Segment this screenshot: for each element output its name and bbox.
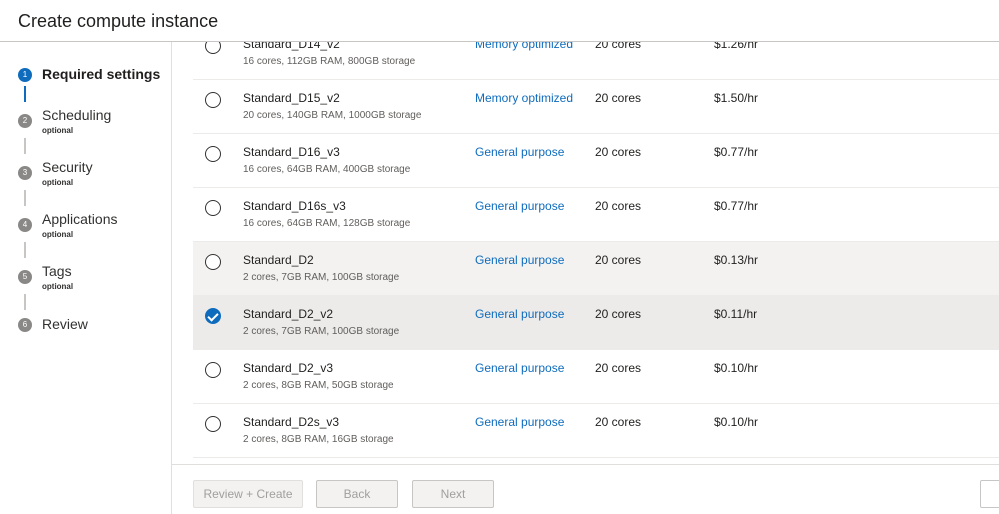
table-row[interactable]: Standard_D2 2 cores, 7GB RAM, 100GB stor… (193, 242, 999, 296)
radio-button[interactable] (205, 92, 221, 108)
step-connector (24, 138, 26, 154)
vm-cores: 20 cores (595, 253, 642, 267)
vm-description: 2 cores, 8GB RAM, 16GB storage (243, 434, 394, 445)
step-review[interactable]: 6 Review (0, 316, 172, 346)
table-row[interactable]: Standard_D16s_v3 16 cores, 64GB RAM, 128… (193, 188, 999, 242)
page-title: Create compute instance (18, 11, 219, 31)
table-row[interactable]: Standard_D2s_v3 2 cores, 8GB RAM, 16GB s… (193, 404, 999, 458)
next-button[interactable]: Next (412, 480, 494, 508)
step-label: Review (42, 316, 88, 332)
vm-name: Standard_D16s_v3 (243, 199, 346, 213)
step-number-badge: 2 (18, 114, 32, 128)
vm-name: Standard_D14_v2 (243, 42, 340, 51)
vm-category-link[interactable]: General purpose (475, 253, 564, 267)
vm-category-link[interactable]: General purpose (475, 145, 564, 159)
radio-button[interactable] (205, 146, 221, 162)
vm-name: Standard_D16_v3 (243, 145, 340, 159)
vm-category-link[interactable]: General purpose (475, 199, 564, 213)
radio-button[interactable] (205, 362, 221, 378)
table-row[interactable]: Standard_D16_v3 16 cores, 64GB RAM, 400G… (193, 134, 999, 188)
vm-name: Standard_D2s_v3 (243, 415, 340, 429)
table-row[interactable]: Standard_D14_v2 16 cores, 112GB RAM, 800… (193, 42, 999, 80)
vm-price: $0.77/hr (714, 199, 759, 213)
radio-button[interactable] (205, 254, 221, 270)
step-number-badge: 6 (18, 318, 32, 332)
vm-description: 2 cores, 8GB RAM, 50GB storage (243, 380, 394, 391)
vm-cores: 20 cores (595, 199, 642, 213)
vm-description: 20 cores, 140GB RAM, 1000GB storage (243, 110, 422, 121)
radio-button[interactable] (205, 200, 221, 216)
review-create-button[interactable]: Review + Create (193, 480, 303, 508)
vm-description: 16 cores, 64GB RAM, 400GB storage (243, 164, 411, 175)
step-optional-label: optional (42, 178, 74, 187)
vm-description: 2 cores, 7GB RAM, 100GB storage (243, 326, 400, 337)
vm-price: $1.26/hr (714, 42, 759, 51)
vm-price: $0.10/hr (714, 415, 759, 429)
vm-name: Standard_D2_v3 (243, 361, 334, 375)
step-connector (24, 294, 26, 310)
step-security[interactable]: 3 Security optional (0, 159, 172, 189)
vm-price: $0.11/hr (714, 307, 758, 321)
step-number-badge: 5 (18, 270, 32, 284)
step-scheduling[interactable]: 2 Scheduling optional (0, 107, 172, 137)
step-label: Required settings (42, 66, 161, 82)
vm-name: Standard_D2_v2 (243, 307, 334, 321)
vm-name: Standard_D2 (243, 253, 314, 267)
radio-button[interactable] (205, 42, 221, 54)
vm-cores: 20 cores (595, 415, 642, 429)
vm-price: $0.77/hr (714, 145, 759, 159)
step-optional-label: optional (42, 282, 74, 291)
vm-category-link[interactable]: General purpose (475, 307, 564, 321)
wizard-footer: Review + Create Back Next (172, 464, 999, 514)
vm-cores: 20 cores (595, 361, 642, 375)
step-label: Security (42, 159, 93, 175)
vm-cores: 20 cores (595, 42, 642, 51)
step-number-badge: 1 (18, 68, 32, 82)
vm-description: 16 cores, 64GB RAM, 128GB storage (243, 218, 411, 229)
step-required-settings[interactable]: 1 Required settings (0, 66, 172, 96)
step-label: Scheduling (42, 107, 112, 123)
step-connector (24, 190, 26, 206)
step-applications[interactable]: 4 Applications optional (0, 211, 172, 241)
radio-button-checked[interactable] (205, 308, 221, 324)
download-template-button[interactable] (980, 480, 999, 508)
vm-name: Standard_D15_v2 (243, 91, 340, 105)
vm-description: 16 cores, 112GB RAM, 800GB storage (243, 56, 416, 67)
step-label: Applications (42, 211, 118, 227)
vm-category-link[interactable]: General purpose (475, 415, 564, 429)
step-number-badge: 4 (18, 218, 32, 232)
step-optional-label: optional (42, 230, 74, 239)
step-tags[interactable]: 5 Tags optional (0, 263, 172, 293)
vm-description: 2 cores, 7GB RAM, 100GB storage (243, 272, 400, 283)
step-number-badge: 3 (18, 166, 32, 180)
vm-price: $1.50/hr (714, 91, 759, 105)
vm-cores: 20 cores (595, 145, 642, 159)
table-row[interactable]: Standard_D2_v3 2 cores, 8GB RAM, 50GB st… (193, 350, 999, 404)
step-label: Tags (42, 263, 72, 279)
table-row-selected[interactable]: Standard_D2_v2 2 cores, 7GB RAM, 100GB s… (193, 296, 999, 350)
vm-price: $0.10/hr (714, 361, 759, 375)
vm-cores: 20 cores (595, 91, 642, 105)
vm-price: $0.13/hr (714, 253, 759, 267)
table-row[interactable]: Standard_D15_v2 20 cores, 140GB RAM, 100… (193, 80, 999, 134)
vm-category-link[interactable]: Memory optimized (475, 42, 573, 51)
radio-button[interactable] (205, 416, 221, 432)
back-button[interactable]: Back (316, 480, 398, 508)
page-header: Create compute instance (0, 0, 999, 42)
vm-category-link[interactable]: General purpose (475, 361, 564, 375)
step-optional-label: optional (42, 126, 74, 135)
vm-cores: 20 cores (595, 307, 642, 321)
vm-size-list[interactable]: Standard_D14_v2 16 cores, 112GB RAM, 800… (172, 42, 999, 464)
step-connector (24, 242, 26, 258)
wizard-steps-sidebar: 1 Required settings 2 Scheduling optiona… (0, 42, 172, 514)
vm-category-link[interactable]: Memory optimized (475, 91, 573, 105)
